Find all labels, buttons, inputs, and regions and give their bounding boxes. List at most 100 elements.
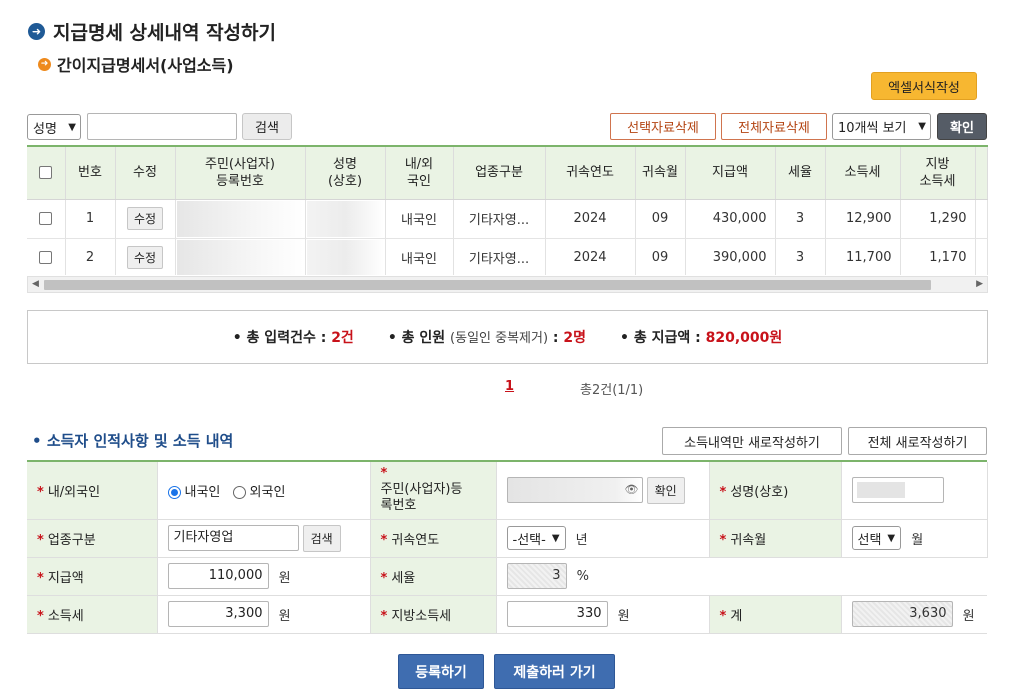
page-subtitle-text: 간이지급명세서(사업소득) bbox=[57, 56, 234, 75]
month-label: 귀속월 bbox=[730, 532, 767, 548]
row-month: 09 bbox=[635, 238, 686, 275]
row-no: 1 bbox=[65, 199, 116, 239]
delete-all-button[interactable]: 전체자료삭제 bbox=[721, 113, 827, 140]
row-local-tax: 1,170 bbox=[900, 238, 976, 275]
required-mark: * bbox=[37, 484, 44, 500]
tax-label-cell: * 소득세 bbox=[27, 595, 158, 634]
total-cell: 3,630 원 bbox=[841, 595, 987, 634]
eye-icon[interactable]: 👁 bbox=[625, 478, 639, 502]
header-tax: 소득세 bbox=[825, 147, 901, 200]
amount-unit: 원 bbox=[278, 570, 291, 586]
year-select[interactable]: -선택- ▼ bbox=[506, 526, 566, 550]
go-submit-button[interactable]: 제출하러 가기 bbox=[494, 654, 615, 689]
table-row: 2 수정 내국인 기타자영... 2024 09 390,000 3 11,70… bbox=[27, 238, 988, 275]
biz-type-input[interactable]: 기타자영업 bbox=[167, 525, 299, 551]
local-tax-input[interactable]: 330 bbox=[506, 601, 608, 627]
biz-type-search-button[interactable]: 검색 bbox=[302, 524, 341, 552]
row-checkbox-cell[interactable] bbox=[27, 199, 66, 239]
header-nat-line1: 내/외 bbox=[404, 156, 434, 172]
rate-cell: 3 % bbox=[496, 557, 709, 596]
tax-input[interactable]: 3,300 bbox=[167, 601, 269, 627]
page-size-select[interactable]: 10개씩 보기 ▼ bbox=[832, 113, 931, 140]
scrollbar-thumb[interactable] bbox=[44, 280, 931, 290]
rate-unit: % bbox=[576, 568, 589, 584]
reg-no-input[interactable]: 👁 bbox=[506, 477, 643, 504]
row-reg-no bbox=[175, 238, 306, 275]
local-tax-cell: 330 원 bbox=[496, 595, 710, 634]
row-checkbox[interactable] bbox=[39, 251, 53, 264]
reg-no-label-cell: * 주민(사업자)등 록번호 bbox=[370, 462, 497, 520]
chevron-down-icon: ▼ bbox=[68, 121, 76, 133]
header-reg-no-line2: 등록번호 bbox=[216, 173, 264, 189]
name-input[interactable] bbox=[851, 477, 944, 504]
row-edit-cell: 수정 bbox=[115, 199, 176, 239]
empty-cell bbox=[709, 557, 841, 596]
row-no: 2 bbox=[65, 238, 116, 275]
header-reg-no: 주민(사업자) 등록번호 bbox=[175, 147, 306, 200]
row-filler bbox=[975, 238, 988, 275]
reg-no-label-line2: 록번호 bbox=[380, 498, 417, 514]
reg-no-cell: 👁 확인 bbox=[496, 462, 710, 520]
scroll-left-icon[interactable]: ◀ bbox=[32, 277, 39, 292]
page-subtitle: ➜ 간이지급명세서(사업소득) bbox=[38, 52, 234, 76]
month-unit: 월 bbox=[911, 532, 924, 548]
confirm-button[interactable]: 확인 bbox=[937, 113, 987, 140]
header-name: 성명 (상호) bbox=[305, 147, 386, 200]
foreign-radio-label[interactable]: 외국인 bbox=[250, 485, 286, 500]
summary-amount: • 총 지급액 : 820,000원 bbox=[620, 327, 782, 347]
new-all-button[interactable]: 전체 새로작성하기 bbox=[848, 427, 987, 455]
required-mark: * bbox=[37, 608, 44, 624]
year-label: 귀속연도 bbox=[391, 532, 440, 548]
search-field-value: 성명 bbox=[33, 121, 57, 137]
amount-input[interactable]: 110,000 bbox=[167, 563, 269, 589]
month-cell: 선택 ▼ 월 bbox=[841, 519, 988, 558]
header-year: 귀속연도 bbox=[545, 147, 636, 200]
header-select-all[interactable] bbox=[27, 147, 66, 200]
header-nationality: 내/외 국인 bbox=[385, 147, 454, 200]
rate-readonly-field: 3 bbox=[506, 563, 567, 589]
reg-no-confirm-button[interactable]: 확인 bbox=[646, 476, 685, 504]
search-input[interactable] bbox=[87, 113, 237, 140]
header-month: 귀속월 bbox=[635, 147, 686, 200]
excel-form-button[interactable]: 엑셀서식작성 bbox=[871, 72, 977, 100]
summary-count: • 총 입력건수 : 2건 bbox=[233, 327, 354, 347]
select-all-checkbox[interactable] bbox=[39, 166, 53, 180]
pagination-total: 총2건(1/1) bbox=[580, 383, 644, 398]
amount-label: 지급액 bbox=[47, 570, 84, 586]
tax-cell: 3,300 원 bbox=[157, 595, 371, 634]
month-select[interactable]: 선택 ▼ bbox=[851, 526, 902, 550]
foreign-radio[interactable] bbox=[232, 485, 246, 499]
header-edit: 수정 bbox=[115, 147, 176, 200]
header-no: 번호 bbox=[65, 147, 116, 200]
scroll-right-icon[interactable]: ▶ bbox=[976, 277, 983, 292]
summary-amount-label: • 총 지급액 : bbox=[620, 330, 701, 346]
nationality-label-cell: * 내/외국인 bbox=[27, 462, 158, 520]
domestic-radio-label[interactable]: 내국인 bbox=[185, 485, 221, 500]
required-mark: * bbox=[719, 484, 727, 500]
page-link-current[interactable]: 1 bbox=[505, 379, 514, 394]
register-button[interactable]: 등록하기 bbox=[398, 654, 484, 689]
row-local-tax: 1,290 bbox=[900, 199, 976, 239]
row-checkbox[interactable] bbox=[39, 212, 53, 225]
search-field-select[interactable]: 성명 ▼ bbox=[27, 114, 81, 140]
domestic-radio[interactable] bbox=[167, 485, 181, 499]
edit-button[interactable]: 수정 bbox=[126, 207, 164, 230]
horizontal-scrollbar[interactable]: ◀ ▶ bbox=[27, 276, 988, 293]
masked-reg-no bbox=[176, 200, 304, 237]
amount-cell: 110,000 원 bbox=[157, 557, 371, 596]
year-cell: -선택- ▼ 년 bbox=[496, 519, 710, 558]
required-mark: * bbox=[380, 608, 388, 624]
table-row: 1 수정 내국인 기타자영... 2024 09 430,000 3 12,90… bbox=[27, 199, 988, 239]
delete-selected-button[interactable]: 선택자료삭제 bbox=[610, 113, 716, 140]
table-header-row: 번호 수정 주민(사업자) 등록번호 성명 (상호) 내/외 국인 업종구분 귀속연도… bbox=[27, 147, 988, 200]
row-amount: 430,000 bbox=[685, 199, 776, 239]
edit-button[interactable]: 수정 bbox=[126, 246, 164, 269]
row-edit-cell: 수정 bbox=[115, 238, 176, 275]
row-checkbox-cell[interactable] bbox=[27, 238, 66, 275]
month-label-cell: * 귀속월 bbox=[709, 519, 842, 558]
search-button[interactable]: 검색 bbox=[242, 113, 292, 140]
new-income-only-button[interactable]: 소득내역만 새로작성하기 bbox=[662, 427, 842, 455]
name-label: 성명(상호) bbox=[730, 484, 789, 500]
chevron-down-icon: ▼ bbox=[918, 121, 926, 132]
masked-name bbox=[306, 239, 384, 275]
